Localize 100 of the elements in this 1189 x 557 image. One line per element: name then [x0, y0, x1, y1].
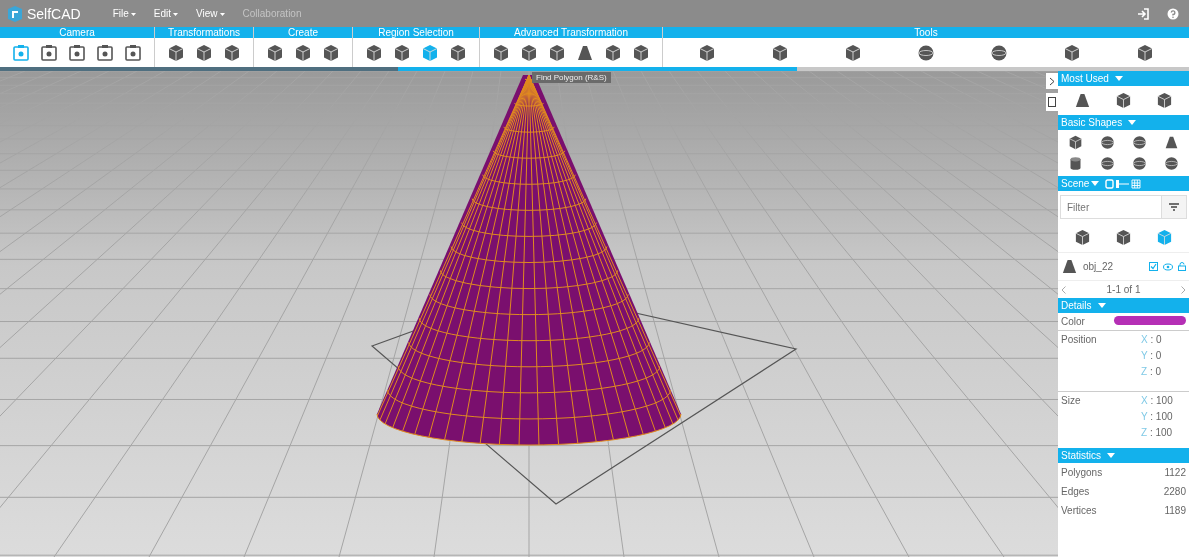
cone-icon [1061, 258, 1078, 275]
shape-button[interactable] [1074, 92, 1091, 109]
frame-icon [12, 43, 30, 62]
login-icon[interactable] [1137, 7, 1149, 20]
cube-icon [167, 43, 185, 62]
cone-icon [1163, 135, 1179, 150]
color-swatch[interactable] [1114, 316, 1186, 325]
coordinate-value: Y : 100 [1141, 411, 1173, 422]
cube-icon [294, 43, 312, 62]
frame-icon [96, 43, 114, 62]
shape-button[interactable] [1100, 156, 1116, 171]
caret-icon [219, 12, 225, 16]
toolbar-group-title: Create [254, 27, 352, 38]
filter-button[interactable] [1161, 195, 1187, 219]
cube-icon [1068, 135, 1084, 150]
stat-value: 1122 [1164, 467, 1186, 478]
coordinate-value: Y : 0 [1141, 350, 1162, 361]
cube-icon [322, 43, 340, 62]
object-name[interactable]: obj_22 [1083, 261, 1144, 272]
sphere-icon [990, 43, 1009, 62]
shape-button[interactable] [1115, 92, 1132, 109]
toolbar-group-title: Tools [663, 27, 1189, 38]
logo-icon [6, 4, 24, 23]
chevron-icon [1049, 76, 1055, 86]
panel-icon [1048, 97, 1056, 107]
shape-button[interactable] [1068, 135, 1084, 150]
cube-icon [843, 43, 862, 62]
pagination-label: 1-1 of 1 [1106, 284, 1141, 295]
cube-icon [1115, 92, 1132, 109]
toolbar-group-title: Transformations [155, 27, 253, 38]
coordinate-value: X : 0 [1141, 334, 1162, 345]
cone-icon [1074, 92, 1091, 109]
shape-button[interactable] [1068, 156, 1084, 171]
view-mode-button[interactable] [1074, 229, 1091, 246]
menu-item[interactable]: View [196, 8, 225, 19]
shape-button[interactable] [1131, 156, 1147, 171]
filter-icon [1169, 203, 1179, 211]
stat-value: 2280 [1163, 486, 1186, 497]
stat-label: Vertices [1061, 505, 1097, 516]
caret-icon [130, 12, 136, 16]
toolbar-group-title: Region Selection [353, 27, 479, 38]
cube-icon [1115, 229, 1132, 246]
stat-value: 1189 [1164, 505, 1186, 516]
filter-field[interactable]: Filter [1060, 195, 1161, 219]
cube-icon [223, 43, 241, 62]
cube-icon [604, 43, 622, 62]
section-title: Most Used [1061, 73, 1109, 84]
sphere-icon [917, 43, 935, 62]
cube-icon [266, 43, 284, 62]
cube-icon [492, 43, 510, 62]
section-title: Statistics [1061, 450, 1101, 461]
shape-button[interactable] [1131, 135, 1147, 150]
cube-icon [1074, 229, 1091, 246]
cube-icon [520, 43, 538, 62]
field-label: Color [1061, 316, 1085, 327]
app-logo-text: SelfCAD [27, 5, 81, 22]
view-mode-button[interactable] [1115, 229, 1132, 246]
cube-icon [449, 43, 467, 62]
cone-icon [576, 43, 594, 62]
shape-button[interactable] [1163, 135, 1179, 150]
menu-item[interactable]: Edit [153, 8, 179, 19]
section-title: Details [1061, 300, 1092, 311]
checkbox[interactable] [1149, 262, 1158, 271]
sphere-icon [1163, 156, 1179, 171]
side-panel-button[interactable] [1046, 93, 1058, 111]
field-label: Size [1061, 395, 1082, 408]
cube-icon [393, 43, 411, 62]
cube-icon [1156, 92, 1173, 109]
cube-icon [632, 43, 650, 62]
menu-item[interactable]: File [112, 8, 136, 19]
sphere-icon [1131, 156, 1147, 171]
stat-label: Polygons [1061, 467, 1103, 478]
cube-icon [697, 43, 716, 62]
cube-icon [365, 43, 383, 62]
frame-icon [124, 43, 142, 62]
sphere-icon [1131, 135, 1147, 150]
cube-icon [770, 43, 789, 62]
help-icon[interactable] [1167, 7, 1179, 20]
frame-icon [40, 43, 58, 62]
cylinder-icon [1068, 156, 1084, 171]
sphere-icon [1100, 135, 1116, 150]
cube-icon [1063, 43, 1082, 62]
toolbar-group-title: Advanced Transformation [480, 27, 662, 38]
tooltip: Find Polygon (R&S) [532, 72, 611, 83]
field-label: Position [1061, 334, 1098, 347]
caret-icon [173, 12, 179, 16]
cube-icon [421, 43, 439, 62]
shape-button[interactable] [1100, 135, 1116, 150]
shape-button[interactable] [1163, 156, 1179, 171]
stat-label: Edges [1061, 486, 1090, 497]
sphere-icon [1100, 156, 1116, 171]
cube-icon [548, 43, 566, 62]
cube-icon [195, 43, 213, 62]
frame-icon [68, 43, 86, 62]
shape-button[interactable] [1156, 92, 1173, 109]
coordinate-value: X : 100 [1141, 395, 1173, 406]
collapse-panel-button[interactable] [1046, 73, 1058, 89]
section-title: Scene [1061, 178, 1090, 189]
section-title: Basic Shapes [1061, 117, 1123, 128]
cube-icon [1136, 43, 1155, 62]
